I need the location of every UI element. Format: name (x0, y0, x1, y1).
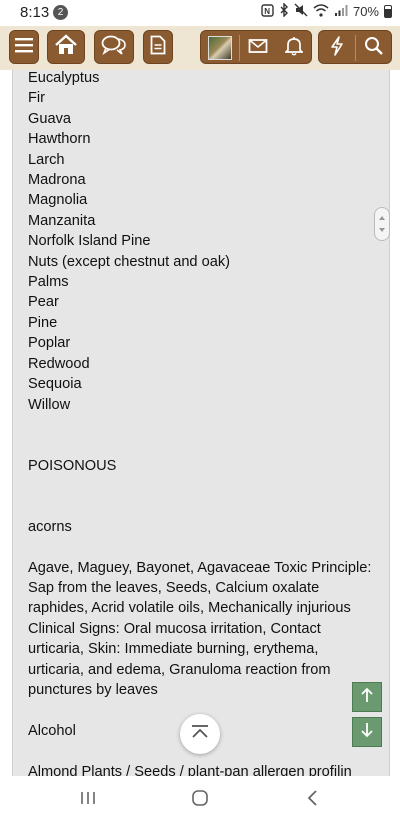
content-line: Nuts (except chestnut and oak) (28, 253, 230, 270)
content-line: POISONOUS (28, 457, 117, 474)
notifications-button[interactable] (276, 31, 312, 65)
content-line: Willow (28, 396, 71, 413)
content-line: Poplar (28, 335, 71, 352)
recent-apps-button[interactable] (78, 788, 98, 812)
battery-icon (384, 5, 392, 18)
content-line: Redwood (28, 355, 90, 372)
status-time: 8:13 (20, 4, 50, 21)
content-line: Magnolia (28, 192, 88, 209)
account-group (200, 30, 312, 64)
content-line: Pine (28, 314, 58, 331)
home-button[interactable] (47, 30, 85, 64)
status-bar: 8:13 2 N 70% (0, 0, 400, 26)
content-line: acorns (28, 518, 72, 535)
content-line: Norfolk Island Pine (28, 233, 151, 250)
activity-button[interactable] (319, 31, 355, 65)
arrow-up-icon (360, 687, 374, 708)
app-toolbar (0, 26, 400, 70)
menu-button[interactable] (9, 30, 39, 64)
post-content: Eucalyptus Fir Guava Hawthorn Larch Madrona Ma… (12, 70, 390, 776)
content-line: Madrona (28, 172, 86, 189)
recent-apps-icon (80, 790, 96, 811)
bluetooth-icon (279, 2, 289, 20)
home-nav-icon (191, 789, 209, 812)
content-line: Agave, Maguey, Bayonet, Agavaceae Toxic … (28, 559, 372, 699)
svg-text:N: N (264, 7, 270, 16)
home-icon (54, 33, 78, 61)
content-line: Fir (28, 90, 46, 107)
nfc-icon: N (261, 3, 274, 20)
wifi-icon (313, 3, 329, 20)
actions-group (318, 30, 392, 64)
arrow-down-icon (360, 722, 374, 743)
content-line: Palms (28, 274, 69, 291)
status-icons: N 70% (261, 2, 392, 20)
scroll-handle[interactable] (374, 207, 390, 241)
content-line: Hawthorn (28, 131, 91, 148)
mute-icon (294, 3, 308, 20)
content-line: Eucalyptus (28, 70, 100, 86)
post-text: Eucalyptus Fir Guava Hawthorn Larch Madrona Ma… (28, 70, 373, 776)
content-line: Manzanita (28, 212, 96, 229)
chat-icon (101, 34, 127, 61)
battery-text: 70% (352, 4, 379, 19)
back-icon (306, 789, 318, 812)
content-line: Sequoia (28, 376, 82, 393)
mail-button[interactable] (240, 31, 276, 65)
scroll-up-button[interactable] (352, 682, 382, 712)
content-line: Almond Plants / Seeds / plant-pan allerg… (28, 763, 352, 776)
home-nav-button[interactable] (188, 788, 212, 812)
bell-icon (283, 36, 305, 61)
content-line: Larch (28, 151, 65, 168)
signal-icon (334, 4, 348, 20)
document-icon (150, 35, 166, 60)
menu-icon (14, 36, 34, 59)
mail-icon (248, 38, 268, 59)
notification-count-badge: 2 (53, 5, 68, 20)
lightning-icon (329, 35, 345, 61)
content-line: Guava (28, 110, 71, 127)
scroll-to-top-button[interactable] (180, 714, 220, 754)
avatar (208, 36, 232, 60)
chat-button[interactable] (94, 30, 134, 64)
back-button[interactable] (302, 788, 322, 812)
document-button[interactable] (143, 30, 173, 64)
avatar-button[interactable] (201, 31, 239, 65)
search-button[interactable] (356, 31, 392, 65)
search-icon (364, 36, 384, 61)
content-line: Pear (28, 294, 59, 311)
system-nav-bar (0, 776, 400, 823)
chevron-up-bar-icon (190, 724, 210, 745)
scroll-down-button[interactable] (352, 717, 382, 747)
